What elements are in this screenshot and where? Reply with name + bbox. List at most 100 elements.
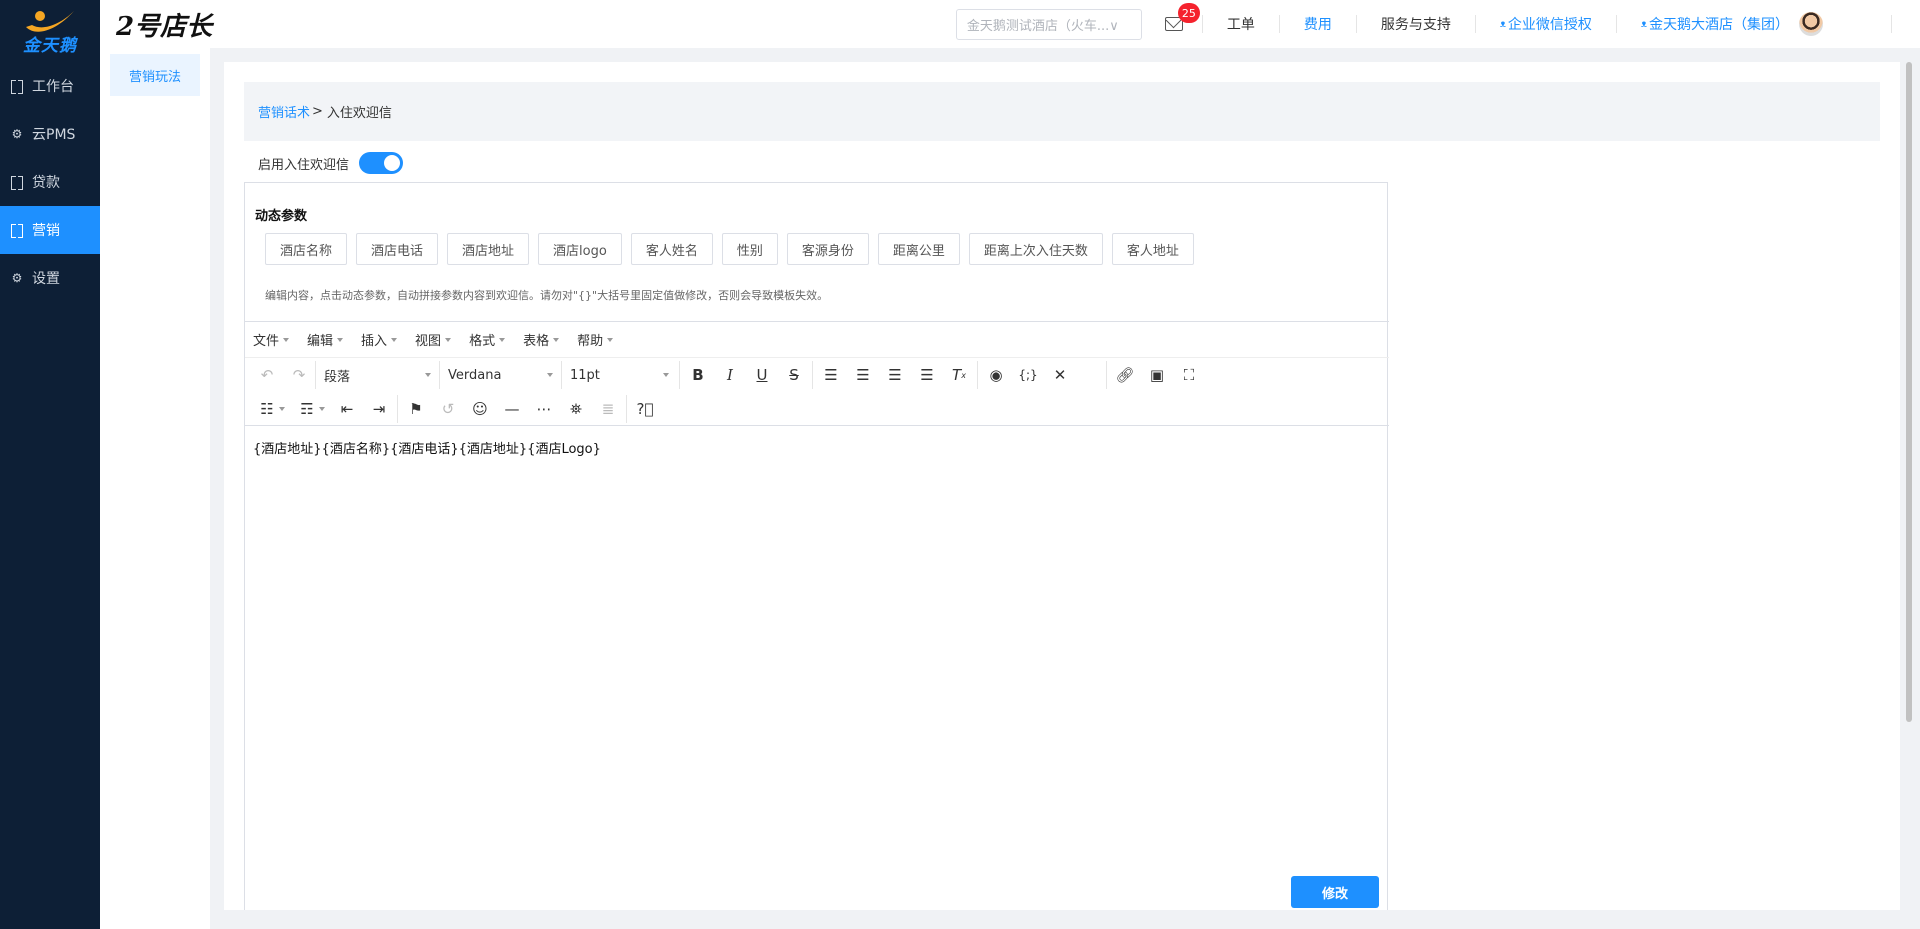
menu-label: 格式	[469, 334, 496, 349]
toolbar-divider	[812, 361, 813, 389]
align-left-icon[interactable]: ☰	[815, 361, 847, 389]
toggle-row: 启用入住欢迎信	[258, 150, 404, 176]
person-icon: ᴥ	[1499, 18, 1506, 30]
code-sample-icon[interactable]: {;}	[1012, 361, 1044, 389]
param-button[interactable]: 酒店电话	[356, 233, 439, 265]
font-size-value: 11pt	[570, 367, 600, 383]
param-button[interactable]: 距离公里	[877, 233, 960, 265]
sidebar-item-cloud-pms[interactable]: ⚙ 云PMS	[0, 110, 100, 158]
fullscreen-icon[interactable]: ⛶	[1173, 361, 1205, 389]
mail-badge: 25	[1177, 3, 1200, 23]
sidebar-item-loan[interactable]: 贷款	[0, 158, 100, 206]
param-button[interactable]: 客人姓名	[630, 233, 713, 265]
header-divider	[1891, 15, 1892, 33]
param-button[interactable]: 距离上次入住天数	[968, 233, 1103, 265]
sidebar-item-marketing[interactable]: 营销	[0, 206, 100, 254]
editor-content[interactable]: {酒店地址}{酒店名称}{酒店电话}{酒店地址}{酒店Logo} 修改	[245, 426, 1389, 912]
caret-down-icon	[607, 337, 614, 342]
align-right-icon[interactable]: ☰	[879, 361, 911, 389]
menu-view[interactable]: 视图	[415, 330, 452, 349]
redo-icon[interactable]: ↷	[283, 361, 315, 389]
param-button[interactable]: 客人地址	[1111, 233, 1194, 265]
submenu-item-marketing-play[interactable]: 营销玩法	[110, 54, 200, 96]
link-icon[interactable]: 🔗︎	[1109, 361, 1141, 389]
bracket-icon	[10, 223, 24, 238]
param-button[interactable]: 酒店logo	[538, 233, 622, 265]
header-link-account[interactable]: ᴥ 金天鹅大酒店（集团）	[1615, 12, 1891, 36]
caret-down-icon	[553, 337, 560, 342]
editor-menubar: 文件 编辑 插入 视图 格式 表格 帮助	[245, 322, 1389, 358]
line-height-icon[interactable]: ≣	[592, 395, 624, 423]
italic-icon[interactable]: I	[714, 361, 746, 389]
preview-eye-icon[interactable]: ◉	[980, 361, 1012, 389]
clear-format-icon[interactable]: Tx	[943, 361, 975, 389]
bold-icon[interactable]: B	[682, 361, 714, 389]
horizontal-line-icon[interactable]: —	[496, 395, 528, 423]
indent-icon[interactable]: ⇥	[363, 395, 395, 423]
sidebar-item-settings[interactable]: ⚙ 设置	[0, 254, 100, 302]
caret-down-icon	[547, 373, 553, 377]
header-link-wechat-auth[interactable]: ᴥ 企业微信授权	[1474, 15, 1616, 33]
image-icon[interactable]: ▣	[1141, 361, 1173, 389]
align-center-icon[interactable]: ☰	[847, 361, 879, 389]
menu-label: 视图	[415, 334, 442, 349]
caret-down-icon	[283, 337, 290, 342]
welcome-letter-toggle[interactable]	[359, 152, 404, 174]
menu-label: 帮助	[577, 334, 604, 349]
header-link-support[interactable]: 服务与支持	[1355, 15, 1475, 33]
help-icon[interactable]: ?⃝	[629, 395, 661, 423]
find-replace-icon[interactable]: ⛯	[560, 395, 592, 423]
account-label: 金天鹅大酒店（集团）	[1649, 17, 1789, 33]
font-family-select[interactable]: Verdana	[439, 361, 561, 389]
editor-toolbar-row-1: ↶ ↷ 段落 Verdana 11pt B I U S ☰ ☰ ☰ ☰ T x …	[245, 358, 1389, 392]
param-button[interactable]: 酒店地址	[447, 233, 530, 265]
top-header: 2号店长 金天鹅测试酒店（火车...∨ 25 工单 费用 服务与支持 ᴥ 企业微…	[100, 0, 1920, 48]
menu-table[interactable]: 表格	[523, 330, 560, 349]
restore-draft-icon[interactable]: ↺	[432, 395, 464, 423]
font-size-select[interactable]: 11pt	[561, 361, 677, 389]
caret-down-icon	[499, 337, 506, 342]
close-icon[interactable]: ✕	[1044, 361, 1076, 389]
align-justify-icon[interactable]: ☰	[911, 361, 943, 389]
main-content: 营销话术 > 入住欢迎信 启用入住欢迎信 动态参数 酒店名称 酒店电话 酒店地址…	[224, 62, 1900, 910]
menu-file[interactable]: 文件	[253, 330, 290, 349]
sidebar-item-label: 云PMS	[32, 127, 76, 143]
menu-label: 文件	[253, 334, 280, 349]
menu-edit[interactable]: 编辑	[307, 330, 344, 349]
sidebar-item-label: 设置	[32, 271, 60, 287]
header-link-fees[interactable]: 费用	[1278, 15, 1356, 33]
params-title: 动态参数	[255, 209, 308, 224]
toolbar-divider	[1106, 361, 1107, 389]
undo-icon[interactable]: ↶	[251, 361, 283, 389]
font-family-value: Verdana	[448, 367, 502, 383]
sidebar-item-workbench[interactable]: 工作台	[0, 62, 100, 110]
editor-card: 动态参数 酒店名称 酒店电话 酒店地址 酒店logo 客人姓名 性别 客源身份 …	[244, 182, 1389, 912]
mail-button[interactable]: 25	[1154, 0, 1200, 48]
param-button[interactable]: 客源身份	[786, 233, 869, 265]
avatar[interactable]	[1799, 12, 1823, 36]
menu-format[interactable]: 格式	[469, 330, 506, 349]
modify-button[interactable]: 修改	[1291, 876, 1379, 908]
editor-content-text: {酒店地址}{酒店名称}{酒店电话}{酒店地址}{酒店Logo}	[253, 442, 601, 457]
block-format-select[interactable]: 段落	[315, 361, 439, 389]
breadcrumb-separator: >	[312, 104, 323, 119]
strikethrough-icon[interactable]: S	[778, 361, 810, 389]
param-button[interactable]: 酒店名称	[265, 233, 348, 265]
breadcrumb-link[interactable]: 营销话术	[258, 102, 310, 121]
menu-label: 编辑	[307, 334, 334, 349]
menu-help[interactable]: 帮助	[577, 330, 614, 349]
caret-down-icon	[279, 406, 285, 411]
outdent-icon[interactable]: ⇤	[331, 395, 363, 423]
bookmark-icon[interactable]: ⚑	[400, 395, 432, 423]
toolbar-divider	[397, 394, 398, 423]
emoji-icon[interactable]: ☺	[464, 395, 496, 423]
store-select[interactable]: 金天鹅测试酒店（火车...∨	[955, 8, 1142, 40]
header-link-work-order[interactable]: 工单	[1201, 15, 1279, 33]
logo-text: 金天鹅	[23, 35, 77, 56]
brand-logo[interactable]: 金天鹅	[0, 0, 100, 62]
menu-insert[interactable]: 插入	[361, 330, 398, 349]
param-button[interactable]: 性别	[721, 233, 778, 265]
page-scrollbar[interactable]	[1906, 62, 1912, 722]
underline-icon[interactable]: U	[746, 361, 778, 389]
page-break-icon[interactable]: ⋯	[528, 395, 560, 423]
